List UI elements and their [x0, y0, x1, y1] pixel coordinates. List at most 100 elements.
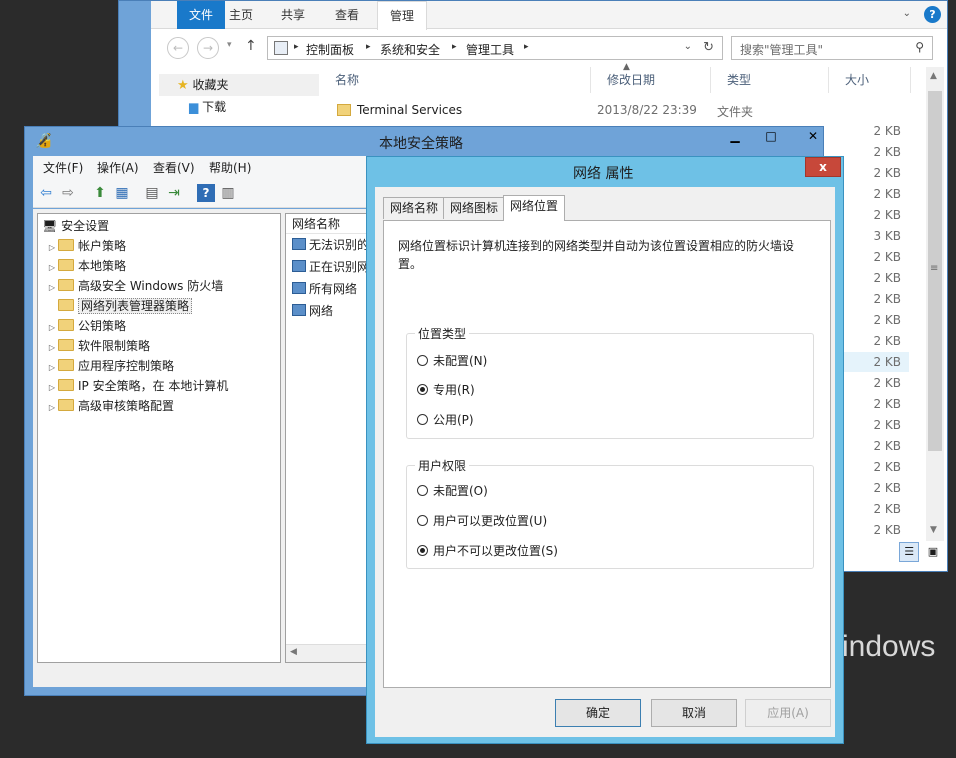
breadcrumb-admin-tools[interactable]: 管理工具: [466, 41, 514, 58]
search-icon[interactable]: ⚲: [915, 40, 924, 54]
radio-permission-not-configured[interactable]: 未配置(O): [417, 482, 488, 500]
chevron-down-icon[interactable]: ⌄: [903, 8, 911, 19]
nav-item-favorites[interactable]: ★ 收藏夹: [159, 74, 319, 96]
tree-item[interactable]: ▷ 软件限制策略: [46, 336, 278, 356]
navigation-bar: ← → ▾ ↑ ▸ 控制面板 ▸ 系统和安全 ▸ 管理工具 ▸ ⌄ ↻ 搜索"管…: [151, 30, 947, 66]
details-view-icon[interactable]: ☰: [899, 542, 920, 562]
expand-arrow-icon[interactable]: ▷: [46, 338, 58, 358]
ribbon-tab-share[interactable]: 共享: [269, 1, 317, 29]
tree-item[interactable]: ▷ 本地策略: [46, 256, 278, 276]
vertical-scrollbar[interactable]: ▲ ≡ ▼: [926, 67, 944, 541]
tree-item[interactable]: ▷ 帐户策略: [46, 236, 278, 256]
expand-arrow-icon[interactable]: ▷: [46, 278, 58, 298]
address-bar[interactable]: ▸ 控制面板 ▸ 系统和安全 ▸ 管理工具 ▸ ⌄ ↻: [267, 36, 723, 60]
menu-action[interactable]: 操作(A): [97, 159, 139, 176]
radio-location-public[interactable]: 公用(P): [417, 411, 474, 429]
menu-help[interactable]: 帮助(H): [209, 159, 251, 176]
nav-item-label: 收藏夹: [192, 78, 229, 92]
ribbon-tab-home[interactable]: 主页: [217, 1, 265, 29]
title-bar[interactable]: 🔏 本地安全策略 ▁ □ ✕: [25, 127, 823, 155]
expand-arrow-icon[interactable]: ▷: [46, 318, 58, 338]
tree-item[interactable]: ▷ 公钥策略: [46, 316, 278, 336]
scroll-up-icon[interactable]: ▲: [930, 71, 937, 81]
radio-permission-user-can-change[interactable]: 用户可以更改位置(U): [417, 512, 547, 530]
nav-item-downloads[interactable]: ▆ 下载: [159, 96, 319, 118]
tree-item[interactable]: ▷ 高级审核策略配置: [46, 396, 278, 416]
expand-arrow-icon[interactable]: ▷: [46, 258, 58, 278]
properties-icon[interactable]: ▤: [143, 184, 161, 202]
dialog-body: 网络名称 网络图标 网络位置 网络位置标识计算机连接到的网络类型并自动为该位置设…: [375, 187, 835, 737]
column-header-date[interactable]: 修改日期: [591, 67, 711, 93]
file-row[interactable]: Terminal Services 2013/8/22 23:39 文件夹: [319, 101, 879, 121]
action-pane-icon[interactable]: ▥: [219, 184, 237, 202]
expand-arrow-icon[interactable]: ▷: [46, 378, 58, 398]
help-icon[interactable]: ?: [197, 184, 215, 202]
large-icons-view-icon[interactable]: ▣: [923, 543, 943, 563]
radio-indicator: [417, 384, 428, 395]
up-folder-icon[interactable]: ⬆: [91, 184, 109, 202]
expand-arrow-icon[interactable]: ▷: [46, 238, 58, 258]
cancel-button[interactable]: 取消: [651, 699, 737, 727]
expand-arrow-icon[interactable]: ▷: [46, 398, 58, 418]
star-icon: ★: [177, 78, 189, 93]
tab-network-name[interactable]: 网络名称: [383, 197, 446, 219]
tree-item[interactable]: ▷ 应用程序控制策略: [46, 356, 278, 376]
radio-location-private[interactable]: 专用(R): [417, 381, 475, 399]
ribbon-tab-manage[interactable]: 管理: [377, 1, 428, 30]
show-hide-tree-icon[interactable]: ▦: [113, 184, 131, 202]
radio-location-not-configured[interactable]: 未配置(N): [417, 352, 487, 370]
download-folder-icon: ▆: [189, 100, 199, 114]
export-list-icon[interactable]: ⇥: [165, 184, 183, 202]
breadcrumb-system-security[interactable]: 系统和安全: [380, 41, 440, 58]
network-icon: [292, 304, 306, 316]
tree-item[interactable]: ▷ IP 安全策略，在 本地计算机: [46, 376, 278, 396]
column-header-name[interactable]: 名称: [319, 67, 591, 93]
tree-item[interactable]: ▷ 高级安全 Windows 防火墙: [46, 276, 278, 296]
close-icon[interactable]: ✕: [789, 127, 837, 147]
tree-item[interactable]: 网络列表管理器策略: [46, 296, 278, 316]
scroll-down-icon[interactable]: ▼: [930, 525, 937, 535]
expand-arrow-icon[interactable]: ▷: [46, 358, 58, 378]
breadcrumb-control-panel[interactable]: 控制面板: [306, 41, 354, 58]
maximize-icon[interactable]: □: [753, 127, 789, 147]
file-size-cell: 2 KB: [873, 187, 901, 201]
network-list-label: 所有网络: [309, 282, 358, 296]
network-list-folder-icon: [58, 299, 74, 311]
tree-item-label: IP 安全策略，在 本地计算机: [78, 379, 229, 393]
file-size-cell: 3 KB: [873, 229, 901, 243]
history-dropdown-icon[interactable]: ▾: [227, 40, 232, 50]
scroll-left-icon[interactable]: ◀: [290, 647, 297, 657]
menu-view[interactable]: 查看(V): [153, 159, 195, 176]
radio-permission-user-cannot-change[interactable]: 用户不可以更改位置(S): [417, 542, 558, 560]
back-arrow-icon[interactable]: ⇦: [37, 184, 55, 202]
address-dropdown-icon[interactable]: ⌄: [684, 41, 692, 52]
network-properties-dialog[interactable]: 网络 属性 x 网络名称 网络图标 网络位置 网络位置标识计算机连接到的网络类型…: [366, 156, 844, 744]
tab-network-location[interactable]: 网络位置: [503, 195, 566, 221]
ok-button[interactable]: 确定: [555, 699, 641, 727]
window-title: 本地安全策略: [379, 136, 463, 152]
back-icon[interactable]: ←: [167, 37, 189, 59]
app-control-folder-icon: [58, 359, 74, 371]
minimize-icon[interactable]: ▁: [717, 127, 753, 147]
column-header-size[interactable]: 大小: [829, 67, 911, 93]
menu-file[interactable]: 文件(F): [43, 159, 83, 176]
tab-panel: 网络位置标识计算机连接到的网络类型并自动为该位置设置相应的防火墙设置。 位置类型…: [383, 220, 831, 688]
refresh-icon[interactable]: ↻: [703, 40, 714, 55]
close-icon[interactable]: x: [805, 157, 841, 177]
help-icon[interactable]: ?: [924, 6, 941, 23]
forward-icon[interactable]: →: [197, 37, 219, 59]
up-arrow-icon[interactable]: ↑: [245, 38, 257, 54]
column-header-type[interactable]: 类型: [711, 67, 829, 93]
scrollbar-thumb[interactable]: ≡: [928, 91, 942, 451]
security-policy-app-icon: 🔏: [35, 133, 53, 149]
location-type-group: 位置类型 未配置(N) 专用(R) 公用(P): [406, 325, 814, 439]
search-input[interactable]: 搜索"管理工具" ⚲: [731, 36, 933, 60]
apply-button[interactable]: 应用(A): [745, 699, 831, 727]
forward-arrow-icon[interactable]: ⇨: [59, 184, 77, 202]
ip-security-icon: [58, 379, 74, 391]
firewall-folder-icon: [58, 279, 74, 291]
account-policy-folder-icon: [58, 239, 74, 251]
ribbon-tab-view[interactable]: 查看: [323, 1, 371, 29]
tab-network-icon[interactable]: 网络图标: [443, 197, 506, 219]
tree-root[interactable]: 🖥 安全设置: [42, 216, 109, 236]
